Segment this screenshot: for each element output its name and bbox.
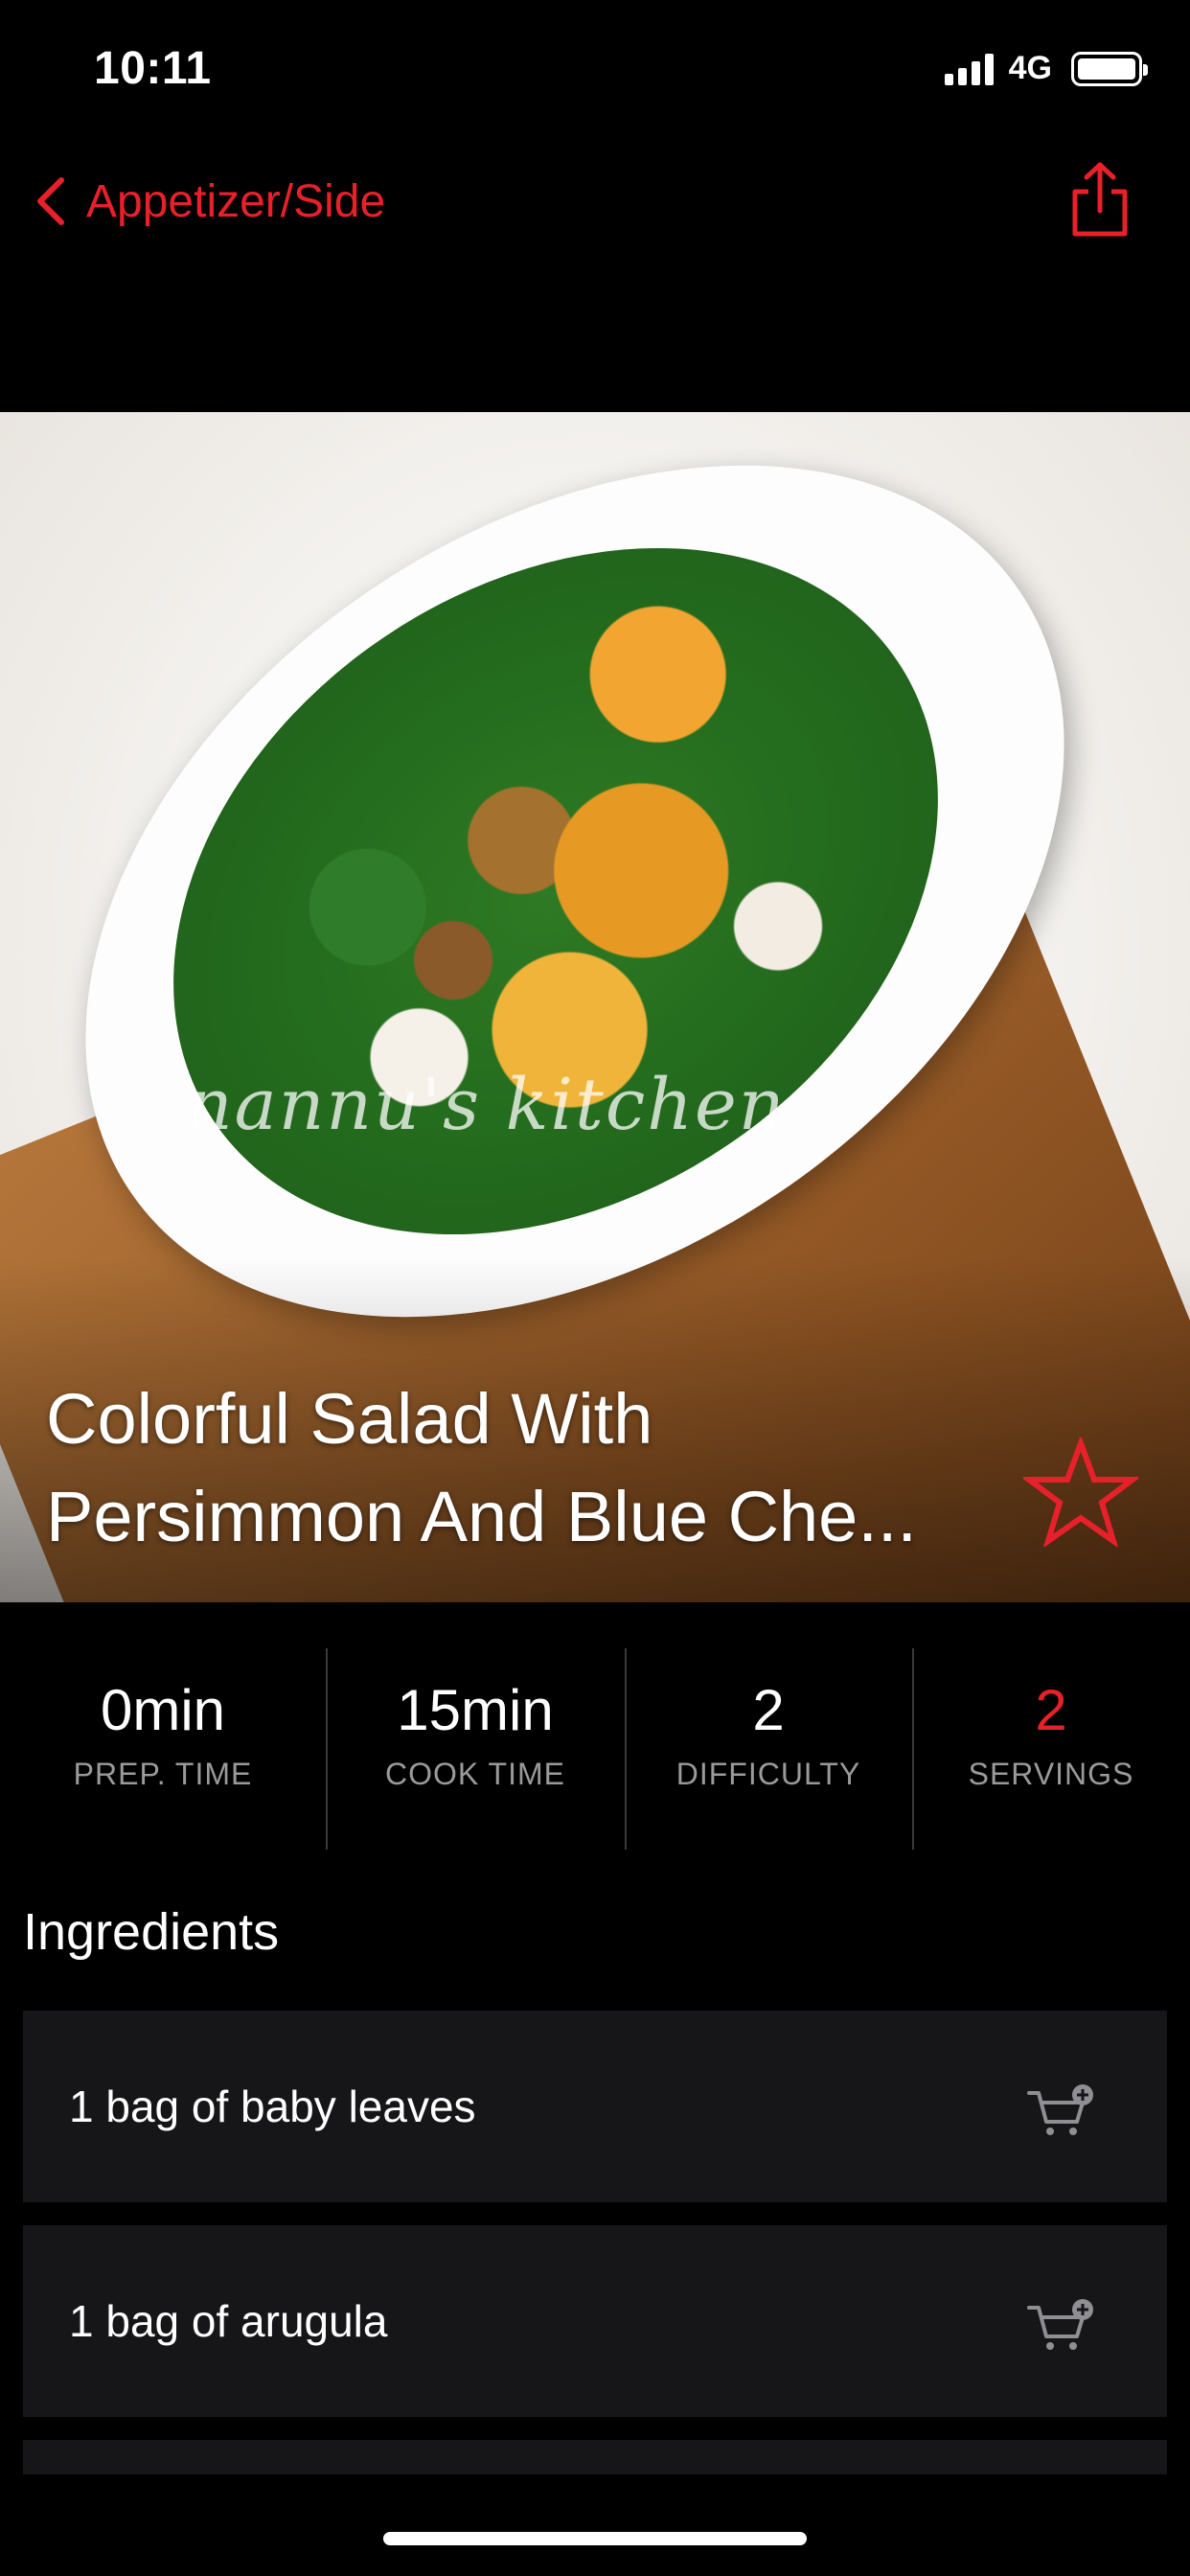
stat-label: COOK TIME [385, 1757, 565, 1791]
list-item[interactable] [23, 2440, 1167, 2474]
recipe-stats: 0min PREP. TIME 15min COOK TIME 2 DIFFIC… [0, 1648, 1190, 1850]
status-bar: 10:11 4G [0, 0, 1190, 144]
stat-prep-time: 0min PREP. TIME [0, 1648, 326, 1850]
stat-label: PREP. TIME [73, 1757, 253, 1791]
stat-value: 2 [1035, 1678, 1067, 1742]
ingredient-text: 1 bag of arugula [69, 2296, 388, 2346]
stat-label: DIFFICULTY [675, 1757, 861, 1791]
back-label: Appetizer/Side [86, 175, 386, 227]
stat-value: 15min [397, 1678, 554, 1742]
share-icon[interactable] [1067, 161, 1133, 240]
stat-label: SERVINGS [968, 1757, 1134, 1791]
star-outline-icon[interactable] [1023, 1438, 1138, 1547]
ingredient-text: 1 bag of baby leaves [69, 2082, 476, 2131]
stat-value: 0min [100, 1678, 226, 1742]
ingredients-title: Ingredients [23, 1903, 280, 1961]
stat-cook-time: 15min COOK TIME [326, 1648, 625, 1850]
signal-icon [944, 53, 994, 85]
list-item[interactable]: 1 bag of baby leaves [23, 2011, 1167, 2202]
status-indicators: 4G [944, 50, 1148, 87]
list-item[interactable]: 1 bag of arugula [23, 2225, 1167, 2417]
recipe-hero-image: nannu's kitchen Colorful Salad With Pers… [0, 412, 1190, 1602]
chevron-left-icon [37, 177, 64, 225]
home-indicator[interactable] [383, 2532, 807, 2545]
battery-icon [1071, 51, 1148, 86]
stat-difficulty: 2 DIFFICULTY [625, 1648, 912, 1850]
back-button[interactable]: Appetizer/Side [33, 174, 385, 228]
add-to-cart-icon[interactable] [1027, 2298, 1096, 2354]
ingredient-list: 1 bag of baby leaves 1 bag of arugula [23, 2011, 1167, 2497]
network-type: 4G [1008, 50, 1052, 86]
watermark: nannu's kitchen [187, 1064, 787, 1146]
stat-servings[interactable]: 2 SERVINGS [912, 1648, 1190, 1850]
status-time: 10:11 [94, 43, 212, 94]
recipe-title: Colorful Salad With Persimmon And Blue C… [46, 1379, 917, 1556]
nav-bar: Appetizer/Side [0, 153, 1190, 249]
add-to-cart-icon[interactable] [1027, 2083, 1096, 2139]
stat-value: 2 [752, 1678, 785, 1742]
